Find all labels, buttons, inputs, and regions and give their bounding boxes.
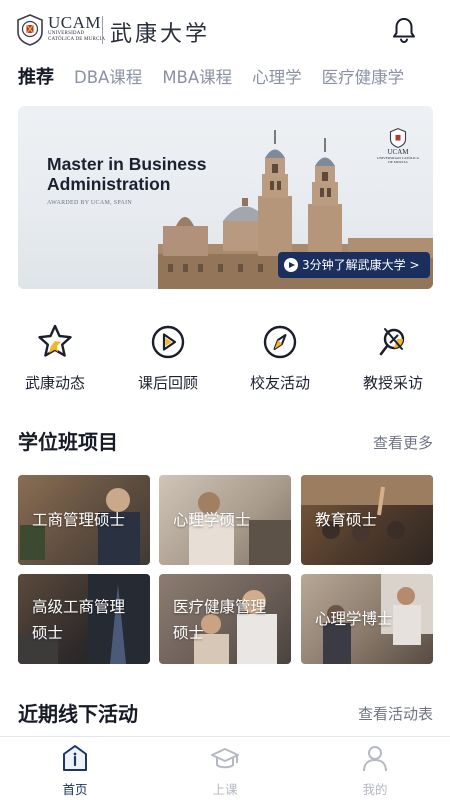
tab-mba[interactable]: MBA课程 xyxy=(162,64,232,92)
compass-icon xyxy=(263,325,297,359)
home-icon xyxy=(63,745,87,771)
program-card-psychology-master[interactable]: 心理学硕士 xyxy=(159,475,291,565)
program-card-emba[interactable]: 高级工商管理 硕士 xyxy=(18,574,150,664)
program-card-label: 心理学硕士 xyxy=(173,511,251,529)
quick-link-interviews[interactable]: 教授采访 xyxy=(348,322,438,393)
program-card-label: 教育硕士 xyxy=(315,511,378,529)
programs-section-title: 学位班项目 xyxy=(18,430,118,454)
program-card-label: 心理学博士 xyxy=(315,610,393,628)
play-icon xyxy=(284,258,298,272)
bottom-nav: 首页 上课 我的 xyxy=(0,736,450,800)
star-icon xyxy=(38,324,72,357)
program-card-healthcare-mgmt[interactable]: 医疗健康管理 硕士 xyxy=(159,574,291,664)
ucam-seal-icon xyxy=(17,14,43,46)
graduation-cap-icon xyxy=(211,748,239,769)
program-card-education-master[interactable]: 教育硕士 xyxy=(301,475,433,565)
logo-divider xyxy=(102,16,103,44)
play-circle-icon xyxy=(151,325,185,359)
program-card-label: 医疗健康管理 硕士 xyxy=(173,598,267,642)
events-more-link[interactable]: 查看活动表 xyxy=(358,703,433,724)
program-card-psychology-phd[interactable]: 心理学博士 xyxy=(301,574,433,664)
quick-link-news[interactable]: 武康动态 xyxy=(10,322,100,393)
nav-home[interactable]: 首页 xyxy=(35,743,115,798)
intro-video-label: 3分钟了解武康大学 > xyxy=(302,258,420,272)
tab-healthcare[interactable]: 医疗健康学 xyxy=(322,64,405,92)
banner-title: Master in Business Administration xyxy=(47,154,207,194)
nav-profile[interactable]: 我的 xyxy=(335,743,415,798)
category-tabs: 推荐 DBA课程 MBA课程 心理学 医疗健康学 xyxy=(18,64,450,94)
ucam-wordmark: UCAM UNIVERSIDAD CATÓLICA DE MURCIA xyxy=(48,13,106,42)
program-card-label: 工商管理硕士 xyxy=(32,511,126,529)
promo-banner[interactable]: Master in Business Administration AWARDE… xyxy=(18,106,433,289)
school-name: 武康大学 xyxy=(110,22,211,47)
tab-psychology[interactable]: 心理学 xyxy=(252,64,302,92)
tab-recommended[interactable]: 推荐 xyxy=(18,64,54,92)
banner-logo: UCAM UNIVERSIDAD CATÓLICA DE MURCIA xyxy=(376,128,420,164)
bell-icon[interactable] xyxy=(390,16,418,44)
quick-link-replay[interactable]: 课后回顾 xyxy=(123,322,213,393)
tab-dba[interactable]: DBA课程 xyxy=(74,64,142,92)
nav-classes[interactable]: 上课 xyxy=(185,743,265,798)
programs-more-link[interactable]: 查看更多 xyxy=(373,432,433,453)
ucam-seal-icon xyxy=(389,128,407,148)
program-card-mba[interactable]: 工商管理硕士 xyxy=(18,475,150,565)
banner-subtitle: AWARDED BY UCAM, SPAIN xyxy=(47,200,133,206)
user-icon xyxy=(363,746,387,772)
microphone-icon xyxy=(379,328,405,356)
events-section-title: 近期线下活动 xyxy=(18,702,138,726)
intro-video-button[interactable]: 3分钟了解武康大学 > xyxy=(278,252,430,278)
quick-links: 武康动态 课后回顾 校友活动 教授采访 xyxy=(0,322,450,402)
quick-link-alumni[interactable]: 校友活动 xyxy=(235,322,325,393)
program-card-label: 高级工商管理 硕士 xyxy=(32,598,126,642)
app-header: UCAM UNIVERSIDAD CATÓLICA DE MURCIA 武康大学 xyxy=(0,0,450,60)
